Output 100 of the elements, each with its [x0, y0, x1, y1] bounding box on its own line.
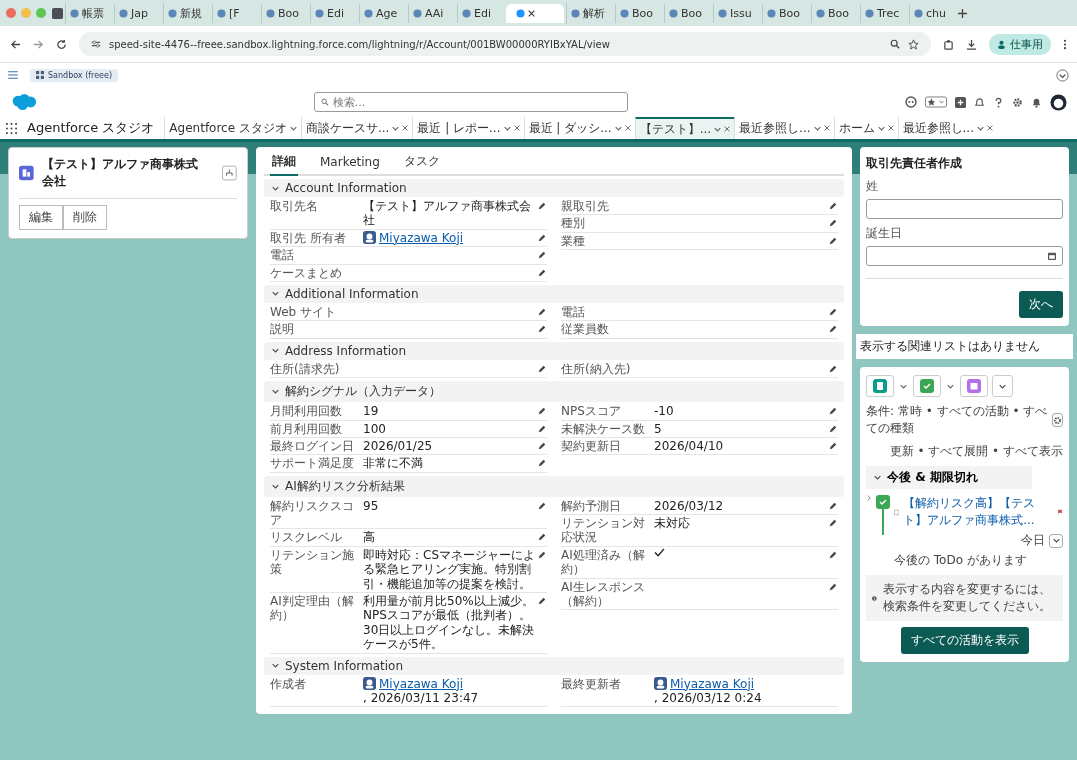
workspace-tab[interactable]: Agentforce スタジオ: [164, 117, 301, 139]
browser-tab[interactable]: Boo: [615, 3, 662, 23]
workspace-tab[interactable]: 最近 | レポー...: [412, 117, 524, 139]
close-icon[interactable]: [528, 9, 535, 17]
browser-tab[interactable]: Boo: [261, 3, 308, 23]
pencil-icon[interactable]: [538, 364, 546, 373]
browser-tab[interactable]: Edi: [457, 3, 504, 23]
timeline-group-header[interactable]: 今後 & 期限切れ: [866, 466, 1032, 489]
browser-tab[interactable]: Issu: [713, 3, 760, 23]
browser-tab[interactable]: Boo: [762, 3, 809, 23]
section-header[interactable]: Additional Information: [264, 284, 844, 303]
tab-groups-icon[interactable]: [52, 7, 63, 19]
browser-tab[interactable]: Jap: [114, 3, 161, 23]
user-link[interactable]: Miyazawa Koji: [379, 676, 464, 691]
next-button[interactable]: 次へ: [1019, 291, 1063, 318]
user-link[interactable]: Miyazawa Koji: [670, 676, 755, 691]
new-event-button[interactable]: [960, 375, 988, 397]
workspace-tab[interactable]: 商談ケースサ...: [300, 117, 413, 139]
site-icon: [413, 8, 422, 18]
section-header[interactable]: Address Information: [264, 341, 844, 360]
pencil-icon[interactable]: [829, 550, 837, 559]
address-bar[interactable]: speed-site-4476--freee.sandbox.lightning.force.com/lightning/r/Account/001BW00000RYIBxYAL/view: [79, 32, 931, 56]
bell-outline-icon[interactable]: [974, 96, 985, 108]
section-header[interactable]: 解約シグナル（入力データ）: [264, 381, 844, 403]
search-field[interactable]: 検索...: [314, 92, 628, 112]
detail-tab[interactable]: タスク: [401, 149, 442, 176]
caret-button[interactable]: [945, 382, 956, 390]
detail-tab[interactable]: Marketing: [318, 149, 382, 176]
detail-tab[interactable]: 詳細: [270, 149, 298, 176]
workspace-tab[interactable]: ホーム: [833, 117, 898, 139]
pencil-icon[interactable]: [538, 202, 546, 210]
text-field[interactable]: [866, 199, 1063, 219]
download-icon[interactable]: [966, 38, 977, 50]
pencil-icon[interactable]: [538, 501, 546, 510]
add-icon[interactable]: [955, 96, 966, 108]
filter-button[interactable]: [1051, 413, 1063, 427]
back-icon[interactable]: [10, 38, 21, 50]
section-header[interactable]: AI解約リスク分析結果: [264, 475, 844, 497]
reload-icon[interactable]: [56, 38, 67, 50]
site-settings-icon[interactable]: [91, 39, 101, 49]
menu-icon[interactable]: [8, 71, 18, 79]
close-icon[interactable]: [887, 125, 894, 131]
app-launcher-icon[interactable]: [6, 122, 17, 134]
help-icon[interactable]: [993, 96, 1004, 108]
sandbox-badge[interactable]: Sandbox (freee): [30, 68, 119, 82]
caret-button[interactable]: [898, 382, 909, 390]
user-avatar-icon: [363, 231, 376, 245]
browser-tab[interactable]: Age: [359, 3, 406, 23]
kebab-menu-icon[interactable]: [1063, 38, 1067, 50]
view-all-button[interactable]: すべての活動を表示: [900, 627, 1029, 654]
chevron-icon[interactable]: [1056, 68, 1069, 82]
workspace-tab[interactable]: 最近参照し...: [897, 117, 997, 139]
browser-tab[interactable]: AAi: [408, 3, 455, 23]
pencil-icon[interactable]: [829, 202, 837, 210]
section-header[interactable]: Account Information: [264, 179, 844, 197]
task-link[interactable]: 【解約リスク高】【テスト】アルファ商事株式...: [903, 495, 1055, 529]
workspace-tab[interactable]: 最近 | ダッシ...: [523, 117, 635, 139]
browser-tab[interactable]: Boo: [811, 3, 858, 23]
pencil-icon[interactable]: [829, 364, 837, 373]
section-header[interactable]: System Information: [264, 656, 844, 675]
new-tab-icon[interactable]: [958, 8, 967, 18]
checkbox[interactable]: [894, 507, 900, 517]
browser-tab[interactable]: 解析: [566, 2, 613, 24]
log-call-button[interactable]: [866, 375, 894, 397]
browser-tab[interactable]: Trec: [860, 3, 907, 23]
star-icon[interactable]: [908, 38, 919, 50]
close-icon[interactable]: [823, 125, 830, 131]
workspace-tab[interactable]: 最近参照し...: [734, 117, 834, 139]
close-icon[interactable]: [402, 125, 409, 131]
hierarchy-icon[interactable]: [222, 165, 237, 181]
extensions-icon[interactable]: [943, 38, 954, 50]
close-icon[interactable]: [513, 125, 520, 131]
browser-tab[interactable]: 帳票: [65, 2, 112, 24]
action-button[interactable]: 編集: [19, 205, 63, 230]
new-task-button[interactable]: [913, 375, 941, 397]
browser-tab[interactable]: [F: [212, 3, 259, 23]
zoom-icon[interactable]: [890, 39, 900, 49]
close-icon[interactable]: [624, 125, 631, 131]
profile-button[interactable]: 仕事用: [989, 33, 1051, 55]
settings-icon[interactable]: [1012, 96, 1023, 108]
action-button[interactable]: 削除: [63, 205, 107, 230]
field-label: 作成者: [270, 676, 307, 691]
date-field[interactable]: [866, 246, 1063, 266]
user-avatar-icon[interactable]: [1050, 93, 1067, 111]
browser-tab[interactable]: chu: [909, 3, 956, 23]
forward-icon[interactable]: [33, 38, 44, 50]
pencil-icon[interactable]: [829, 582, 837, 591]
bell-icon[interactable]: [1031, 96, 1042, 108]
more-actions-button[interactable]: [992, 375, 1013, 397]
workspace-tab[interactable]: 【テスト】...: [634, 117, 735, 139]
browser-tab[interactable]: Edi: [310, 3, 357, 23]
pencil-icon[interactable]: [538, 597, 546, 606]
agent-icon[interactable]: [905, 96, 917, 108]
browser-tab[interactable]: 新規: [163, 2, 210, 24]
close-icon[interactable]: [987, 125, 993, 131]
browser-tab[interactable]: Boo: [664, 3, 711, 23]
activity-links[interactable]: 更新 • すべて展開 • すべて表示: [889, 443, 1063, 460]
user-link[interactable]: Miyazawa Koji: [379, 230, 464, 246]
favorites-icon[interactable]: [925, 96, 947, 108]
task-menu-button[interactable]: [1049, 533, 1063, 548]
